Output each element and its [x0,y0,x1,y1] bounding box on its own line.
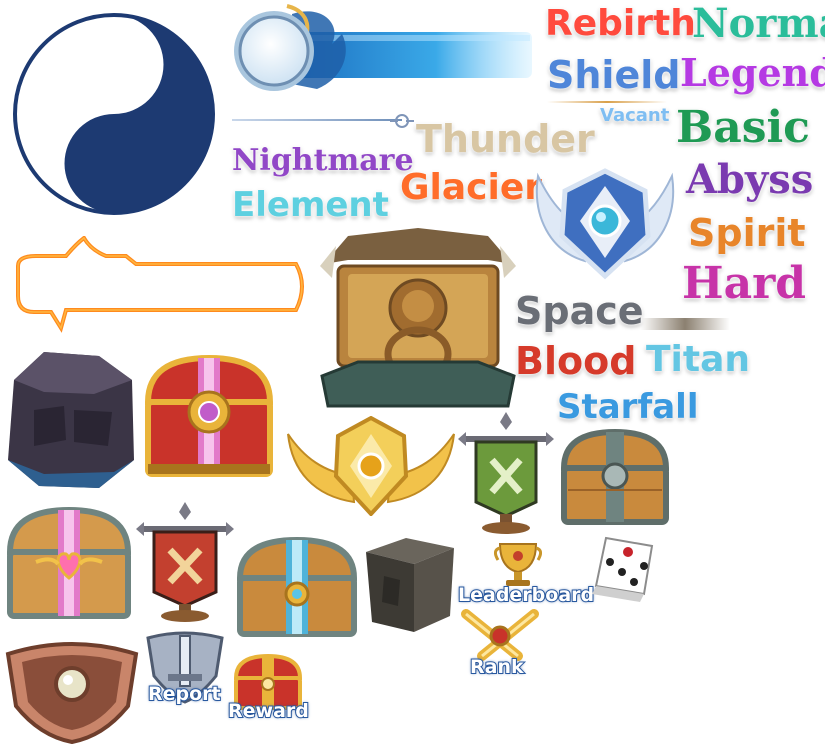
blue-winged-emblem-icon [530,166,680,281]
text-nightmare: Nightmare [231,143,415,178]
text-element: Element [231,185,390,225]
text-hard: Hard [681,258,807,309]
report-label: Report [147,683,222,705]
progress-bar-frame [232,4,537,99]
gold-winged-emblem-icon [284,416,458,516]
text-legend: Legend [679,50,825,95]
text-spirit: Spirit [687,211,807,255]
reward-label: Reward [227,700,310,722]
text-basic: Basic [675,102,811,153]
dice-icon [588,532,660,606]
rank-label: Rank [469,656,525,678]
text-abyss: Abyss [685,156,814,203]
heart-treasure-chest-icon [6,506,132,620]
stone-pillar-icon [364,536,456,634]
text-thunder: Thunder [415,117,596,161]
text-normal: Normal [691,0,825,47]
green-banner-icon [458,410,554,536]
orange-glow-name-frame [6,236,311,341]
yin-yang-icon [12,12,217,217]
text-glacier: Glacier [399,167,543,208]
text-titan: Titan [645,339,751,380]
text-starfall: Starfall [556,387,699,427]
text-vacant: Vacant [599,105,670,126]
red-treasure-chest-icon [142,352,276,482]
gold-trophy-icon [494,538,542,588]
divider-line-right [547,101,667,103]
wooden-chest-icon [560,428,670,526]
text-blood: Blood [514,339,637,383]
dark-rock-icon [4,350,138,490]
bronze-shield-icon [4,640,140,744]
divider-shadow [640,318,730,330]
ornament-icon [388,112,416,130]
text-shield: Shield [546,53,681,97]
divider-line-left [232,119,402,121]
blue-band-chest-icon [236,536,358,638]
text-space: Space [514,289,645,333]
lion-knocker-box-icon [318,226,518,410]
red-banner-icon [136,500,234,624]
crossed-swords-icon [458,606,542,662]
leaderboard-label: Leaderboard [457,584,595,606]
text-rebirth: Rebirth [544,3,697,44]
